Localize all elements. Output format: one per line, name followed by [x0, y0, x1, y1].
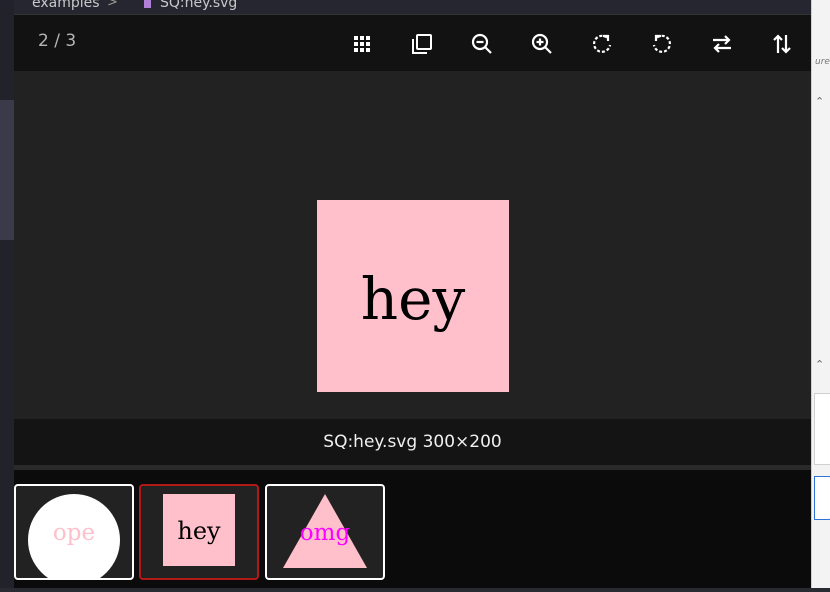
main-image-text: hey	[360, 265, 466, 333]
zoom-out-button[interactable]	[465, 27, 499, 61]
gutter-highlight	[0, 100, 14, 240]
rotate-left-button[interactable]	[645, 27, 679, 61]
image-counter: 2 / 3	[38, 31, 77, 51]
flip-vertical-button[interactable]	[765, 27, 799, 61]
thumbnail-triangle[interactable]: omg	[265, 484, 385, 580]
thumbnail-text: ope	[52, 520, 96, 546]
zoom-in-icon	[531, 33, 552, 54]
breadcrumb-separator: >	[107, 0, 118, 10]
grid-icon	[354, 36, 370, 52]
window-bottom-edge	[0, 588, 830, 592]
side-panel-focused-input[interactable]	[814, 476, 830, 520]
flip-horizontal-icon	[713, 35, 731, 53]
side-panel-hint: ures.	[815, 57, 830, 67]
zoom-out-icon	[471, 33, 492, 54]
svg-file-icon	[144, 0, 151, 8]
editor-left-gutter	[0, 0, 14, 592]
thumbnail-strip: ope hey omg	[14, 470, 811, 591]
main-image: hey	[317, 200, 509, 392]
image-viewer: 2 / 3 hey SQ:hey.svg 300×200 ope hey omg	[14, 14, 811, 591]
flip-vertical-icon	[773, 34, 791, 54]
copy-button[interactable]	[405, 27, 439, 61]
image-stage: hey	[14, 71, 811, 419]
zoom-in-button[interactable]	[525, 27, 559, 61]
side-panel: ures. ⌃ ⌃	[811, 0, 830, 592]
image-caption: SQ:hey.svg 300×200	[323, 432, 502, 452]
breadcrumb-folder[interactable]: examples	[32, 0, 100, 11]
thumbnail-square[interactable]: hey	[139, 484, 259, 580]
thumbnail-circle[interactable]: ope	[14, 484, 134, 580]
thumbnail-text: hey	[177, 517, 221, 545]
side-panel-input[interactable]	[814, 393, 830, 465]
square-shape: hey	[163, 494, 235, 566]
chevron-up-icon[interactable]: ⌃	[815, 95, 824, 108]
image-caption-bar: SQ:hey.svg 300×200	[14, 419, 811, 465]
breadcrumb-file[interactable]: SQ:hey.svg	[160, 0, 237, 11]
chevron-up-icon[interactable]: ⌃	[815, 358, 824, 371]
rotate-ccw-icon	[652, 34, 671, 53]
rotate-cw-icon	[593, 34, 612, 53]
rotate-right-button[interactable]	[585, 27, 619, 61]
thumbnail-text: omg	[299, 520, 351, 546]
flip-horizontal-button[interactable]	[705, 27, 739, 61]
viewer-toolbar: 2 / 3	[14, 15, 811, 71]
breadcrumb: examples > SQ:hey.svg	[14, 0, 811, 14]
grid-view-button[interactable]	[345, 27, 379, 61]
copy-icon	[412, 34, 432, 54]
